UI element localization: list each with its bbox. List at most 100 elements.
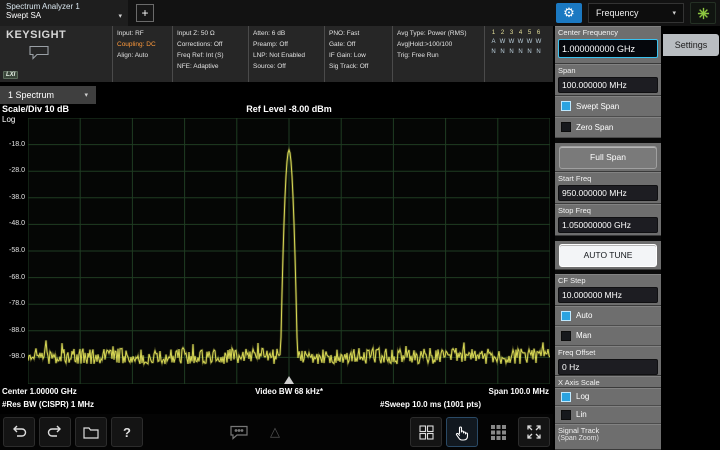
y-axis-tick-label: -28.0 — [0, 167, 25, 174]
swept-span-label: Swept Span — [576, 102, 619, 111]
brand-logo: KEYSIGHT — [6, 29, 112, 41]
fullscreen-icon — [526, 424, 542, 440]
trace-cell: 4 — [516, 29, 525, 38]
full-span-button[interactable]: Full Span — [559, 146, 657, 169]
lxi-badge: LXI — [3, 71, 18, 79]
status-line: Freq Ref: Int (S) — [177, 50, 244, 61]
status-line: Gate: Off — [329, 39, 388, 50]
brand-cell: KEYSIGHT LXI — [0, 26, 112, 82]
cf-step-field[interactable]: 10.000000 MHz — [558, 287, 658, 303]
annotation-chat-button[interactable] — [223, 417, 255, 447]
spectrum-plot[interactable] — [28, 118, 550, 384]
trace-cell: W — [534, 38, 543, 47]
status-line: PNO: Fast — [329, 28, 388, 39]
trace-cell: N — [489, 48, 498, 57]
fullscreen-button[interactable] — [518, 417, 550, 447]
start-freq-control[interactable]: Start Freq 950.000000 MHz — [555, 172, 661, 204]
signal-track-sublabel: (Span Zoom) — [558, 435, 658, 442]
undo-button[interactable] — [3, 417, 35, 447]
y-axis-tick-label: -78.0 — [0, 300, 25, 307]
signal-track-control[interactable]: Signal Track (Span Zoom) — [555, 424, 661, 450]
trace-cell: 3 — [507, 29, 516, 38]
chat-icon — [229, 425, 249, 440]
keysight-tools-button[interactable] — [690, 2, 716, 24]
zero-span-toggle[interactable]: Zero Span — [555, 117, 661, 138]
y-axis-tick-label: -68.0 — [0, 274, 25, 281]
trace-numbers-row: 1 2 3 4 5 6 — [489, 29, 551, 38]
touch-mode-button[interactable] — [446, 417, 478, 447]
cf-step-control[interactable]: CF Step 10.000000 MHz — [555, 274, 661, 306]
spectrum-analyzer-screen: Spectrum Analyzer 1 Swept SA ▾ + ⚙ Frequ… — [0, 0, 720, 450]
window-tab-label: 1 Spectrum — [8, 90, 54, 100]
trace-detectors-row: N N N N N N — [489, 48, 551, 57]
help-button[interactable]: ? — [111, 417, 143, 447]
status-line: Avg Type: Power (RMS) — [397, 28, 480, 39]
menu-select-label: Frequency — [596, 8, 639, 18]
status-line: Trig: Free Run — [397, 50, 480, 61]
swept-span-toggle[interactable]: Swept Span — [555, 96, 661, 117]
trace-cell: W — [498, 38, 507, 47]
status-bar: KEYSIGHT LXI Input: RF Coupling: DC Alig… — [0, 26, 553, 82]
x-axis-log-label: Log — [576, 392, 589, 401]
auto-tune-button[interactable]: AUTO TUNE — [559, 244, 657, 267]
toggle-indicator-off — [561, 410, 571, 420]
trace-legend: 1 2 3 4 5 6 A W W W W W N N N N N N — [484, 26, 553, 82]
center-freq-marker — [284, 376, 294, 384]
video-bw-readout: Video BW 68 kHz* — [28, 387, 550, 396]
speech-bubble-icon — [28, 45, 112, 60]
y-axis-tick-label: -98.0 — [0, 353, 25, 360]
trace-cell: N — [507, 48, 516, 57]
grid-view-button[interactable] — [482, 417, 514, 447]
triangle-icon: △ — [270, 424, 280, 440]
system-settings-button[interactable]: ⚙ — [556, 3, 582, 23]
status-line: IF Gain: Low — [329, 50, 388, 61]
starburst-icon — [697, 7, 710, 20]
touch-hand-icon — [455, 424, 469, 441]
cf-step-man-toggle[interactable]: Man — [555, 326, 661, 346]
status-line: NFE: Adaptive — [177, 61, 244, 72]
window-tab-spectrum[interactable]: 1 Spectrum ▾ — [0, 86, 96, 104]
status-column-pno: PNO: Fast Gate: Off IF Gain: Low Sig Tra… — [324, 26, 392, 82]
ref-level-label: Ref Level -8.00 dBm — [28, 104, 550, 114]
bottom-toolbar: ? △ — [0, 414, 553, 450]
center-frequency-field[interactable]: 1.000000000 GHz — [558, 39, 658, 58]
redo-button[interactable] — [39, 417, 71, 447]
app-mode-tab[interactable]: Spectrum Analyzer 1 Swept SA ▾ — [0, 0, 128, 26]
span-field[interactable]: 100.000000 MHz — [558, 77, 658, 93]
shape-tool-button[interactable]: △ — [259, 417, 291, 447]
stop-freq-field[interactable]: 1.050000000 GHz — [558, 217, 658, 233]
y-axis-tick-label: -48.0 — [0, 220, 25, 227]
grid-icon — [491, 425, 506, 440]
x-axis-log-toggle[interactable]: Log — [555, 388, 661, 406]
toggle-indicator-off — [561, 122, 571, 132]
stop-freq-control[interactable]: Stop Freq 1.050000000 GHz — [555, 204, 661, 236]
status-line: Input: RF — [117, 28, 168, 39]
span-label: Span — [558, 66, 658, 75]
start-freq-field[interactable]: 950.000000 MHz — [558, 185, 658, 201]
span-control[interactable]: Span 100.000000 MHz — [555, 64, 661, 96]
status-line: Align: Auto — [117, 50, 168, 61]
frequency-menu-panel: Center Frequency 1.000000000 GHz Span 10… — [553, 26, 720, 450]
menu-column: Center Frequency 1.000000000 GHz Span 10… — [555, 26, 661, 450]
window-layout-icon — [419, 425, 434, 440]
status-line: LNP: Not Enabled — [253, 50, 320, 61]
status-line: Preamp: Off — [253, 39, 320, 50]
status-line-coupling: Coupling: DC — [117, 39, 168, 50]
cf-step-auto-toggle[interactable]: Auto — [555, 306, 661, 326]
window-layout-button[interactable] — [410, 417, 442, 447]
menu-select-dropdown[interactable]: Frequency ▾ — [588, 3, 684, 23]
freq-offset-control[interactable]: Freq Offset 0 Hz — [555, 346, 661, 376]
status-line: Input Z: 50 Ω — [177, 28, 244, 39]
add-window-button[interactable]: + — [136, 4, 154, 22]
file-button[interactable] — [75, 417, 107, 447]
help-icon: ? — [123, 425, 131, 440]
tab-settings[interactable]: Settings — [663, 34, 719, 56]
center-frequency-control[interactable]: Center Frequency 1.000000000 GHz — [555, 26, 661, 64]
x-axis-scale-header: X Axis Scale — [555, 376, 661, 388]
freq-offset-field[interactable]: 0 Hz — [558, 359, 658, 375]
x-axis-lin-toggle[interactable]: Lin — [555, 406, 661, 424]
gear-icon: ⚙ — [563, 5, 575, 21]
cf-step-man-label: Man — [576, 331, 592, 340]
zero-span-label: Zero Span — [576, 123, 613, 132]
toggle-indicator-off — [561, 331, 571, 341]
